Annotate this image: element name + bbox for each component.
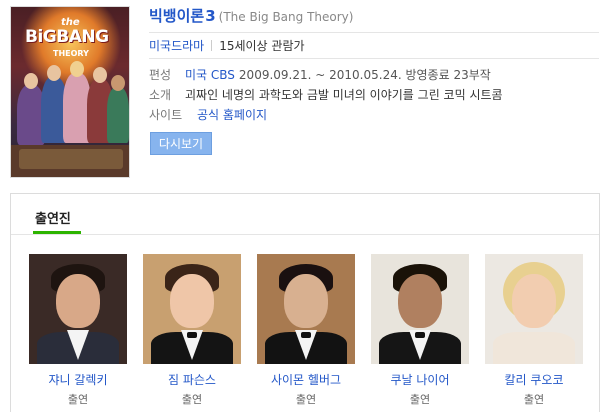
cast-name[interactable]: 사이몬 헬버그 xyxy=(257,371,355,388)
cast-member[interactable]: 사이몬 헬버그 출연 xyxy=(257,254,355,407)
cast-photo[interactable] xyxy=(485,254,583,364)
cast-name[interactable]: 쟈니 갈렉키 xyxy=(29,371,127,388)
bow-tie xyxy=(187,332,197,338)
cast-photo[interactable] xyxy=(257,254,355,364)
replay-button[interactable]: 다시보기 xyxy=(150,132,212,155)
cast-section: 출연진 쟈니 갈렉키 출연 짐 파슨스 출연 사이몬 헬버그 출연 쿠날 나이어… xyxy=(10,193,600,412)
broadcast-details: 2009.09.21. ~ 2010.05.24. 방영종료 23부작 xyxy=(238,68,491,82)
synopsis-text: 괴짜인 네명의 과학도와 금발 미녀의 이야기를 그린 코믹 시트콤 xyxy=(185,88,503,102)
separator xyxy=(211,40,213,51)
cast-role: 출연 xyxy=(67,393,89,406)
face xyxy=(284,274,328,328)
broadcast-network-link[interactable]: 미국 CBS xyxy=(185,66,235,83)
cast-member[interactable]: 칼리 쿠오코 출연 xyxy=(485,254,583,407)
cast-member[interactable]: 쿠날 나이어 출연 xyxy=(371,254,469,407)
poster-head xyxy=(111,75,125,91)
cast-photo[interactable] xyxy=(371,254,469,364)
cast-name[interactable]: 짐 파슨스 xyxy=(143,371,241,388)
cast-role: 출연 xyxy=(523,393,545,406)
cast-photo[interactable] xyxy=(143,254,241,364)
cast-role: 출연 xyxy=(409,393,431,406)
cast-name[interactable]: 칼리 쿠오코 xyxy=(485,371,583,388)
broadcast-label: 편성 xyxy=(149,68,172,82)
poster-logo-main: BiGBANG xyxy=(25,27,109,47)
synopsis-label: 소개 xyxy=(149,88,172,102)
cast-photo[interactable] xyxy=(29,254,127,364)
show-poster[interactable]: the BiGBANG THEORY xyxy=(10,6,130,178)
poster-head xyxy=(47,65,61,81)
cast-member[interactable]: 쟈니 갈렉키 출연 xyxy=(29,254,127,407)
dress xyxy=(493,332,575,364)
official-site-link[interactable]: 공식 홈페이지 xyxy=(197,106,267,123)
poster-head xyxy=(93,67,107,83)
show-title[interactable]: 빅뱅이론 xyxy=(149,5,204,26)
cast-role: 출연 xyxy=(181,393,203,406)
bow-tie xyxy=(415,332,425,338)
poster-head xyxy=(24,73,38,89)
cast-member[interactable]: 짐 파슨스 출연 xyxy=(143,254,241,407)
poster-figure xyxy=(107,87,129,143)
poster-logo-sub: THEORY xyxy=(53,49,89,58)
face xyxy=(512,274,556,328)
genre-link[interactable]: 미국드라마 xyxy=(149,37,204,54)
poster-table-top xyxy=(19,149,123,169)
genre-row: 미국드라마 15세이상 관람가 xyxy=(149,37,305,54)
divider xyxy=(149,58,599,59)
broadcast-row: 편성 미국 CBS 2009.09.21. ~ 2010.05.24. 방영종료… xyxy=(149,66,491,83)
original-title: (The Big Bang Theory) xyxy=(218,10,354,24)
site-label: 사이트 xyxy=(149,108,183,122)
face xyxy=(56,274,100,328)
show-title-row: 빅뱅이론 3 (The Big Bang Theory) xyxy=(149,5,353,27)
poster-head xyxy=(70,61,84,77)
show-season[interactable]: 3 xyxy=(205,7,215,25)
face xyxy=(398,274,442,328)
age-rating: 15세이상 관람가 xyxy=(219,39,305,53)
divider xyxy=(11,234,599,235)
divider xyxy=(149,32,599,33)
cast-role: 출연 xyxy=(295,393,317,406)
site-row: 사이트 공식 홈페이지 xyxy=(149,106,267,123)
synopsis-row: 소개 괴짜인 네명의 과학도와 금발 미녀의 이야기를 그린 코믹 시트콤 xyxy=(149,86,503,103)
face xyxy=(170,274,214,328)
cast-name[interactable]: 쿠날 나이어 xyxy=(371,371,469,388)
bow-tie xyxy=(301,332,311,338)
tab-cast[interactable]: 출연진 xyxy=(35,208,71,227)
